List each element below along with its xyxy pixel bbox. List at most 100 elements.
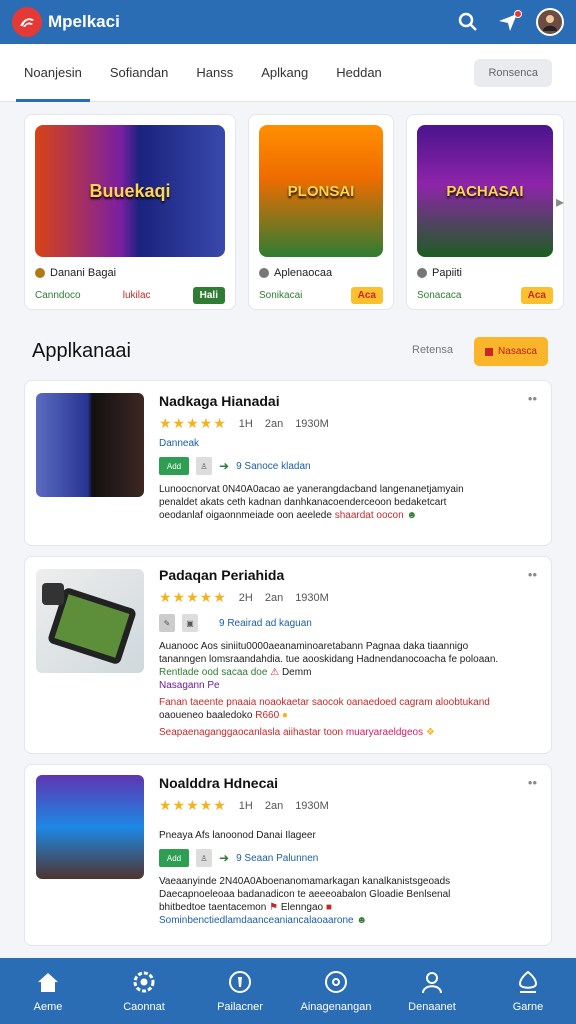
square-icon <box>485 347 494 356</box>
app-extra: 9 Sanoce kladan <box>236 460 311 472</box>
app-description-line: Auanooc Aos siniitu0000aeanaminoaretaban… <box>159 641 469 652</box>
app-card[interactable]: •• Nadkaga Hianadai ★★★★★ 1H 2an 1930M D… <box>24 380 552 546</box>
add-chip[interactable]: Add <box>159 849 189 867</box>
section-action-button[interactable]: Nasasca <box>474 337 548 366</box>
arrow-icon: ➜ <box>219 851 230 865</box>
nav-label: Pailacner <box>217 1001 263 1013</box>
app-logo-icon[interactable] <box>12 7 42 37</box>
nav-label: Garne <box>512 1001 544 1013</box>
featured-artwork: Buuekaqi <box>35 125 225 257</box>
smile-icon: ☻ <box>406 510 417 521</box>
app-title: Padaqan Periahida <box>159 567 285 583</box>
flag-icon: ⚑ <box>269 902 279 913</box>
featured-category: Canndoco <box>35 290 81 301</box>
nav-item-pailacner[interactable]: Pailacner <box>192 958 288 1024</box>
app-card[interactable]: •• Noalddra Hdnecai ★★★★★ 1H 2an 1930M P… <box>24 764 552 946</box>
highlight-text: shaardat oocon <box>334 510 404 521</box>
app-icon <box>417 268 427 278</box>
app-description-line: Seapaenaganggaocanlasla aiihastar toon <box>159 727 344 738</box>
app-size: 1930M <box>295 799 329 812</box>
coin-icon: ● <box>281 710 288 721</box>
featured-name: Papiiti <box>432 267 462 279</box>
featured-badge[interactable]: Aca <box>350 287 383 304</box>
app-description-line: Lunoocnorvat 0N40A0acao ae yanerangdacba… <box>159 484 464 495</box>
star-rating-icon: ★★★★★ <box>159 797 227 813</box>
search-icon[interactable] <box>456 10 480 34</box>
featured-carousel: Buuekaqi Danani Bagai Canndoco lukilac H… <box>24 114 576 310</box>
add-chip[interactable]: Add <box>159 457 189 475</box>
tab-hanss[interactable]: Hanss <box>196 44 233 102</box>
app-size: 1930M <box>295 591 329 604</box>
featured-name: Danani Bagai <box>50 267 117 279</box>
star-rating-icon: ★★★★★ <box>159 589 227 605</box>
tab-noanjesin[interactable]: Noanjesin <box>16 44 90 102</box>
app-title: Nadkaga Hianadai <box>159 393 280 409</box>
tab-heddan[interactable]: Heddan <box>336 44 382 102</box>
featured-tag: lukilac <box>122 290 151 301</box>
tab-sofiandan[interactable]: Sofiandan <box>110 44 169 102</box>
smile-icon: ☻ <box>356 915 367 926</box>
app-age: 2an <box>264 591 284 604</box>
arrow-icon: ➜ <box>219 459 230 473</box>
nav-item-ainagenangan[interactable]: Ainagenangan <box>288 958 384 1024</box>
app-description-line: Demm <box>281 667 312 678</box>
app-description-line: penaldet akats ceth kadnan danhkanacoend… <box>159 497 447 508</box>
app-size: 1930M <box>295 417 329 430</box>
developer-link[interactable]: Pneaya Afs lanoonod Danai Ilageer <box>159 830 539 841</box>
badge-icon: ■ <box>325 902 332 913</box>
featured-category: Sonikacai <box>259 290 303 301</box>
app-icon <box>35 268 45 278</box>
nav-label: Caonnat <box>123 1001 165 1013</box>
featured-card[interactable]: Buuekaqi Danani Bagai Canndoco lukilac H… <box>24 114 236 310</box>
app-description-line: oeodanlaf oigaonnmeiade oon aeelede <box>159 510 332 521</box>
app-description-line: tananngen lomsraandahdia. tue aooskidang… <box>159 654 499 665</box>
image-icon: ▣ <box>182 614 198 632</box>
compass-icon <box>323 969 349 995</box>
star-rating-icon: ★★★★★ <box>159 415 227 431</box>
highlight-text: muaryaraeldgeos <box>345 727 424 738</box>
app-description-line: Vaeaanyinde 2N40A0Aboenanomamarkagan kan… <box>159 876 451 887</box>
app-description-line: Daecapnoeleoaa badanadicon te aeeeoabalo… <box>159 889 451 900</box>
featured-name: Aplenaocaa <box>274 267 333 279</box>
nav-item-home[interactable]: Aeme <box>0 958 96 1024</box>
featured-badge[interactable]: Hali <box>192 287 225 304</box>
section-link[interactable]: Retensa <box>412 344 453 356</box>
tab-aplkang[interactable]: Aplkang <box>261 44 308 102</box>
featured-artwork: PACHASAI <box>417 125 553 257</box>
app-description-line: bhitbedtoe taentacemon <box>159 902 267 913</box>
featured-category: Sonacaca <box>417 290 462 301</box>
notification-send-icon[interactable] <box>496 10 522 34</box>
bottom-navigation: Aeme Caonnat Pailacner Ainagenangan Dena… <box>0 958 576 1024</box>
user-avatar[interactable] <box>536 8 564 36</box>
app-description-line: Sominbenctiedlamdaanceaniancalaoaarone <box>159 915 354 926</box>
price-tag: R660 <box>255 710 280 721</box>
nav-item-games[interactable]: Garne <box>480 958 576 1024</box>
chevron-right-icon[interactable]: ▸ <box>556 192 564 212</box>
tool-icon: ✎ <box>159 614 175 632</box>
rating-count: 2H <box>238 591 253 604</box>
notification-dot <box>514 10 522 18</box>
home-icon <box>35 969 61 995</box>
person-icon: ♙ <box>196 457 212 475</box>
app-title: Mpelkaci <box>48 12 120 31</box>
nav-item-content[interactable]: Caonnat <box>96 958 192 1024</box>
app-icon <box>259 268 269 278</box>
featured-card[interactable]: PACHASAI Papiiti Sonacaca Aca <box>406 114 564 310</box>
developer-link[interactable]: Danneak <box>159 438 539 449</box>
top-app-bar: Mpelkaci <box>0 0 576 44</box>
featured-badge[interactable]: Aca <box>520 287 553 304</box>
person-icon: ♙ <box>196 849 212 867</box>
app-card[interactable]: •• Padaqan Periahida ★★★★★ 2H 2an 1930M … <box>24 556 552 754</box>
app-extra: 9 Reairad ad kaguan <box>219 617 312 629</box>
nav-label: Aeme <box>33 1001 63 1013</box>
tabs-action-button[interactable]: Ronsenca <box>474 58 552 87</box>
app-description-line: Fanan taeente pnaaia noaokaetar saocok o… <box>159 697 490 708</box>
featured-artwork: PLONSAI <box>259 125 383 257</box>
app-thumbnail <box>36 569 144 673</box>
app-title: Noalddra Hdnecai <box>159 775 279 791</box>
badge-icon <box>227 969 253 995</box>
section-button-label: Nasasca <box>498 346 537 357</box>
app-description-line: Nasagann Pe <box>159 680 220 691</box>
nav-item-profile[interactable]: Denaanet <box>384 958 480 1024</box>
featured-card[interactable]: PLONSAI Aplenaocaa Sonikacai Aca <box>248 114 394 310</box>
